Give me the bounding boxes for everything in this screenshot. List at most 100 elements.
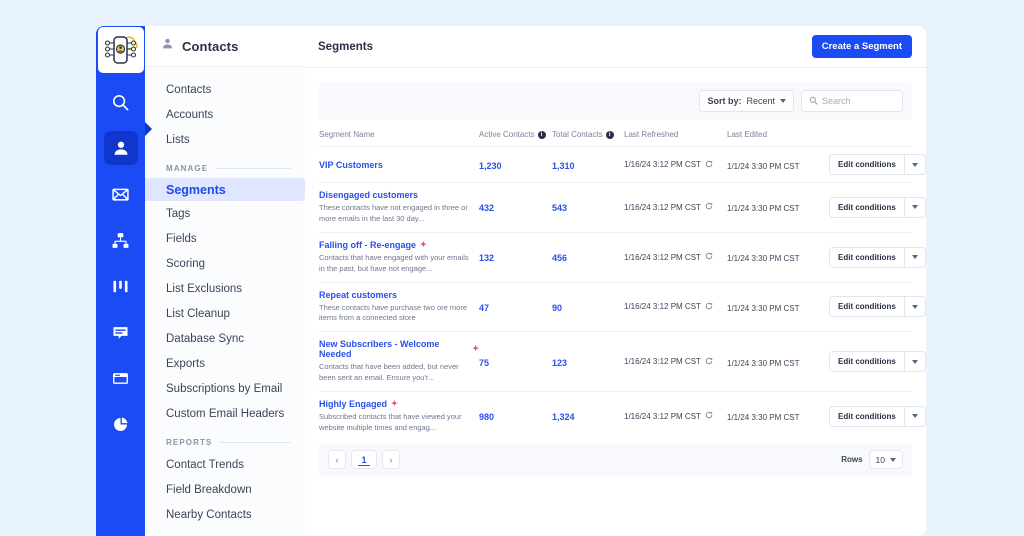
divider bbox=[215, 168, 291, 169]
edit-conditions-button[interactable]: Edit conditions bbox=[829, 405, 904, 427]
last-refreshed-value: 1/16/24 3:12 PM CST bbox=[624, 202, 701, 212]
cell-segment-name: Disengaged customers These contacts have … bbox=[319, 182, 479, 233]
search-box[interactable] bbox=[801, 90, 903, 112]
cell-actions: Edit conditions bbox=[829, 331, 926, 392]
chevron-down-icon bbox=[890, 457, 896, 462]
total-contacts-value[interactable]: 543 bbox=[552, 203, 567, 213]
info-icon[interactable]: i bbox=[605, 130, 614, 139]
total-contacts-value[interactable]: 1,324 bbox=[552, 412, 575, 422]
sidebar-item-list-cleanup[interactable]: List Cleanup bbox=[145, 301, 305, 326]
refresh-icon[interactable] bbox=[705, 302, 713, 312]
sidebar-item-tags[interactable]: Tags bbox=[145, 201, 305, 226]
refresh-icon[interactable] bbox=[705, 411, 713, 421]
refresh-icon[interactable] bbox=[705, 160, 713, 170]
rows-label: Rows bbox=[841, 455, 863, 465]
sidebar-item-custom-email-headers[interactable]: Custom Email Headers bbox=[145, 401, 305, 426]
sidebar-item-contacts[interactable]: Contacts bbox=[145, 77, 305, 102]
segment-name-link[interactable]: VIP Customers bbox=[319, 160, 479, 170]
segment-name-link[interactable]: Highly Engaged ✦ bbox=[319, 399, 479, 409]
col-label: Segment Name bbox=[319, 130, 375, 139]
refresh-icon[interactable] bbox=[705, 252, 713, 262]
nav-reports-list: Contact Trends Field Breakdown Nearby Co… bbox=[145, 452, 305, 527]
create-segment-button[interactable]: Create a Segment bbox=[811, 35, 912, 58]
refresh-icon[interactable] bbox=[705, 357, 713, 367]
kanban-board-icon[interactable] bbox=[104, 269, 138, 303]
chat-bubble-icon[interactable] bbox=[104, 315, 138, 349]
active-contacts-value[interactable]: 432 bbox=[479, 203, 494, 213]
edit-conditions-dropdown-toggle[interactable] bbox=[903, 296, 926, 318]
sidebar-item-fields[interactable]: Fields bbox=[145, 226, 305, 251]
nav-label: Exports bbox=[166, 357, 205, 370]
sidebar-item-accounts[interactable]: Accounts bbox=[145, 102, 305, 127]
prev-page-button[interactable]: ‹ bbox=[328, 450, 346, 470]
total-contacts-value[interactable]: 456 bbox=[552, 253, 567, 263]
search-input[interactable] bbox=[822, 96, 895, 106]
search-icon[interactable] bbox=[104, 85, 138, 119]
browser-window-icon[interactable] bbox=[104, 361, 138, 395]
cell-active-contacts: 75 bbox=[479, 331, 552, 392]
edit-conditions-button-group: Edit conditions bbox=[829, 196, 926, 218]
nav-label: Subscriptions by Email bbox=[166, 382, 283, 395]
edit-conditions-dropdown-toggle[interactable] bbox=[903, 351, 926, 373]
nav-panel: Contacts Contacts Accounts Lists MANAGE … bbox=[145, 26, 305, 536]
cell-active-contacts: 47 bbox=[479, 282, 552, 333]
total-contacts-value[interactable]: 123 bbox=[552, 358, 567, 368]
email-envelope-icon[interactable] bbox=[104, 177, 138, 211]
sidebar-item-contact-trends[interactable]: Contact Trends bbox=[145, 452, 305, 477]
sort-by-dropdown[interactable]: Sort by: Recent bbox=[699, 90, 794, 112]
nav-panel-title: Contacts bbox=[182, 38, 239, 54]
sidebar-item-subscriptions-by-email[interactable]: Subscriptions by Email bbox=[145, 376, 305, 401]
last-refreshed-value: 1/16/24 3:12 PM CST bbox=[624, 302, 701, 312]
edit-conditions-dropdown-toggle[interactable] bbox=[903, 246, 926, 268]
last-edited-value: 1/1/24 3:30 PM CST bbox=[727, 303, 800, 313]
divider bbox=[219, 442, 291, 443]
cell-last-refreshed: 1/16/24 3:12 PM CST bbox=[624, 182, 727, 233]
sidebar-item-lists[interactable]: Lists bbox=[145, 127, 305, 152]
edit-conditions-dropdown-toggle[interactable] bbox=[903, 196, 926, 218]
cell-segment-name: New Subscribers - Welcome Needed ✦ Contact… bbox=[319, 331, 479, 392]
active-contacts-value[interactable]: 47 bbox=[479, 303, 489, 313]
edit-conditions-button[interactable]: Edit conditions bbox=[829, 296, 904, 318]
active-contacts-value[interactable]: 132 bbox=[479, 253, 494, 263]
active-contacts-value[interactable]: 980 bbox=[479, 412, 494, 422]
total-contacts-value[interactable]: 90 bbox=[552, 303, 562, 313]
nav-section-label: MANAGE bbox=[166, 164, 209, 173]
contacts-cloud-logo[interactable] bbox=[97, 27, 144, 73]
edit-conditions-dropdown-toggle[interactable] bbox=[903, 405, 926, 427]
segment-name-link[interactable]: Disengaged customers bbox=[319, 190, 479, 200]
chevron-down-icon bbox=[911, 255, 918, 260]
sidebar-item-nearby-contacts[interactable]: Nearby Contacts bbox=[145, 502, 305, 527]
edit-conditions-button[interactable]: Edit conditions bbox=[829, 154, 904, 175]
segment-name-link[interactable]: Falling off - Re-engage ✦ bbox=[319, 240, 479, 250]
sidebar-item-exports[interactable]: Exports bbox=[145, 351, 305, 376]
total-contacts-value[interactable]: 1,310 bbox=[552, 161, 575, 171]
segment-name-link[interactable]: Repeat customers bbox=[319, 290, 479, 300]
contacts-person-icon[interactable] bbox=[103, 131, 138, 165]
edit-conditions-button[interactable]: Edit conditions bbox=[829, 246, 904, 268]
content-header: Segments Create a Segment bbox=[305, 26, 926, 68]
sidebar-item-segments[interactable]: Segments bbox=[145, 178, 305, 201]
refresh-icon[interactable] bbox=[705, 202, 713, 212]
nav-label: Segments bbox=[166, 182, 226, 197]
chevron-down-icon bbox=[911, 304, 918, 309]
sidebar-item-list-exclusions[interactable]: List Exclusions bbox=[145, 276, 305, 301]
sidebar-item-database-sync[interactable]: Database Sync bbox=[145, 326, 305, 351]
active-contacts-value[interactable]: 1,230 bbox=[479, 161, 502, 171]
sidebar-item-scoring[interactable]: Scoring bbox=[145, 251, 305, 276]
active-contacts-value[interactable]: 75 bbox=[479, 358, 489, 368]
page-number-1[interactable]: 1 bbox=[351, 450, 377, 470]
segment-name-link[interactable]: New Subscribers - Welcome Needed ✦ bbox=[319, 339, 479, 359]
column-last-edited: Last Edited bbox=[727, 120, 829, 147]
sidebar-item-field-breakdown[interactable]: Field Breakdown bbox=[145, 477, 305, 502]
edit-conditions-dropdown-toggle[interactable] bbox=[903, 154, 926, 175]
cell-total-contacts: 456 bbox=[552, 232, 624, 283]
rows-select[interactable]: 10 bbox=[868, 450, 903, 470]
pie-chart-icon[interactable] bbox=[104, 407, 138, 441]
edit-conditions-button[interactable]: Edit conditions bbox=[829, 351, 904, 373]
info-icon[interactable]: i bbox=[537, 130, 546, 139]
cell-last-edited: 1/1/24 3:30 PM CST bbox=[727, 146, 829, 183]
edit-conditions-button[interactable]: Edit conditions bbox=[829, 196, 904, 218]
segment-description: Contacts that have engaged with your ema… bbox=[319, 252, 469, 273]
org-chart-icon[interactable] bbox=[104, 223, 138, 257]
next-page-button[interactable]: › bbox=[382, 450, 400, 470]
